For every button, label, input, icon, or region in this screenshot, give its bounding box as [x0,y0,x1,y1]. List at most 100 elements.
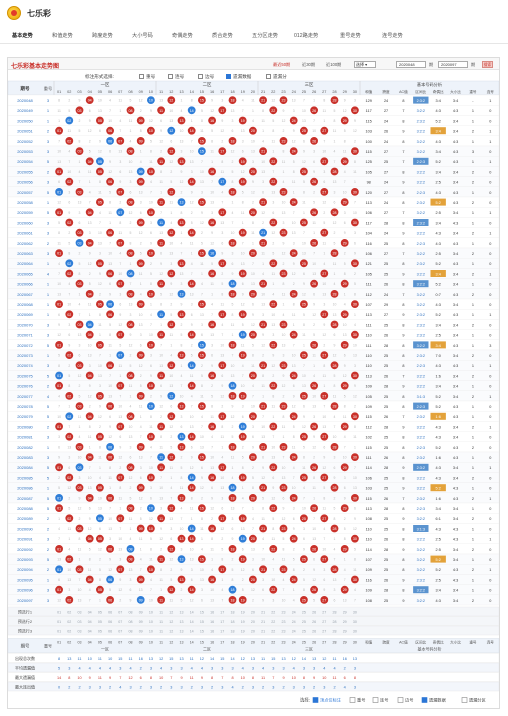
miss-value: 7 [221,598,223,602]
drawn-ball-number: 07 [118,333,122,337]
stat-cell: 3:2:2 [417,558,425,562]
miss-value: 7 [272,170,274,174]
table-row: 2020075 5 01 5 12 04 13 7 1 08 2 9 11 10 4 11 5 16 6 13 7 20 8… [7,370,500,381]
footer-checkbox-3[interactable] [397,697,404,703]
stat-cell: 7 [402,415,404,419]
stat-cell: 3:1:3 [417,527,425,531]
miss-value: 6 [293,384,295,388]
drawn-ball-number: 22 [271,588,275,592]
stat-cell: 1 [472,364,474,368]
summary-value: 3 [89,685,91,689]
miss-value: 10 [149,201,153,205]
forecast-number: 05 [98,610,102,614]
footer-checkbox-0[interactable] [312,697,319,703]
miss-value: 7 [119,262,121,266]
stat-cell: 7 [402,150,404,154]
forecast-number: 10 [149,620,153,624]
miss-value: 6 [242,415,244,419]
miss-value: 9 [58,323,60,327]
forecast-number: 08 [129,629,133,633]
drawn-ball-number: 12 [169,588,173,592]
header-zone-2: 三区 [305,82,314,87]
forecast-number: 06 [108,610,112,614]
miss-value: 7 [119,129,121,133]
miss-value: 4 [68,282,70,286]
footer-checkbox-5[interactable] [461,697,468,703]
miss-value: 13 [220,354,224,358]
stat-cell: 109 [366,385,372,389]
drawn-ball-number: 29 [343,343,347,347]
stat-cell: 4:3 [436,303,441,307]
header-number-29: 29 [343,90,347,94]
miss-value: 10 [292,221,296,225]
miss-value: 6 [221,507,223,511]
miss-value: 8 [293,435,295,439]
footer-checkbox-4[interactable] [421,697,428,703]
miss-value: 11 [139,272,143,276]
drawn-ball-number: 26 [312,180,316,184]
miss-value: 9 [191,190,193,194]
miss-value: 3 [201,190,203,194]
summary-label: 平均遗漏值 [15,664,35,670]
bottom-header-stat: 和值 [365,640,373,645]
drawn-ball-number: 10 [149,343,153,347]
miss-value: 11 [251,231,255,235]
summary-value: 3 [201,685,203,689]
miss-value: 6 [313,558,315,562]
stat-cell: 110 [366,334,372,338]
stat-cell: 4:3 [436,425,441,429]
miss-value: 7 [323,139,325,143]
table-row: 2020068 1 01 10 4 11 05 06 6 13 09 1 8 2 9 3 15 4 11 5 12 6 13… [7,298,500,310]
drawn-ball-number: 11 [159,466,163,470]
miss-value: 2 [242,445,244,449]
forecast-number: 08 [129,610,133,614]
miss-value: 3 [232,119,234,123]
stat-cell: 117 [366,109,372,113]
special-ball-number: 09 [139,170,143,174]
drawn-ball-number: 19 [241,435,245,439]
stat-cell: 109 [366,405,372,409]
miss-value: 10 [322,150,326,154]
special-ball-number: 06 [108,578,112,582]
drawn-ball-number: 03 [78,150,82,154]
table-row: 2020052 3 7 02 8 2 9 06 07 4 09 5 12 6 13 7 15 8 2 18 3 10 4 11… [7,135,500,147]
drawn-ball-number: 19 [241,231,245,235]
forecast-number: 14 [190,610,194,614]
drawn-ball-number: 14 [190,129,194,133]
miss-value: 9 [89,119,91,123]
miss-value: 10 [169,241,173,245]
miss-value: 3 [272,201,274,205]
drawn-ball-number: 20 [251,333,255,337]
drawn-ball-number: 29 [343,425,347,429]
miss-value: 6 [272,211,274,215]
miss-value: 7 [242,374,244,378]
miss-value: 7 [68,160,70,164]
footer-checkbox-1[interactable] [349,697,356,703]
miss-value: 6 [191,578,193,582]
miss-value: 11 [57,109,61,113]
stat-cell: 4:3 [436,232,441,236]
miss-value: 5 [323,221,325,225]
miss-value: 13 [180,272,184,276]
miss-value: 10 [98,496,102,500]
stat-cell: 24 [384,99,388,103]
drawn-ball-number: 05 [98,262,102,266]
miss-value: 7 [354,598,356,602]
summary-value: 11 [261,676,265,680]
miss-value: 9 [109,558,111,562]
miss-value: 11 [200,527,204,531]
miss-value: 1 [313,496,315,500]
miss-value: 8 [303,588,305,592]
summary-value: 4 [344,685,346,689]
miss-value: 9 [334,476,336,480]
table-row: 2020090 2 4 11 03 12 6 13 7 1 09 10 9 3 10 14 11 16 12 6 13 7… [7,523,500,534]
miss-value: 13 [190,292,194,296]
miss-value: 10 [108,384,112,388]
footer-checkbox-2[interactable] [372,697,379,703]
miss-value: 4 [150,578,152,582]
special-ball-number: 10 [149,507,153,511]
miss-value: 11 [139,537,143,541]
miss-value: 10 [108,252,112,256]
summary-value: 3 [354,666,356,670]
stat-cell: 3:2:2 [417,476,425,480]
